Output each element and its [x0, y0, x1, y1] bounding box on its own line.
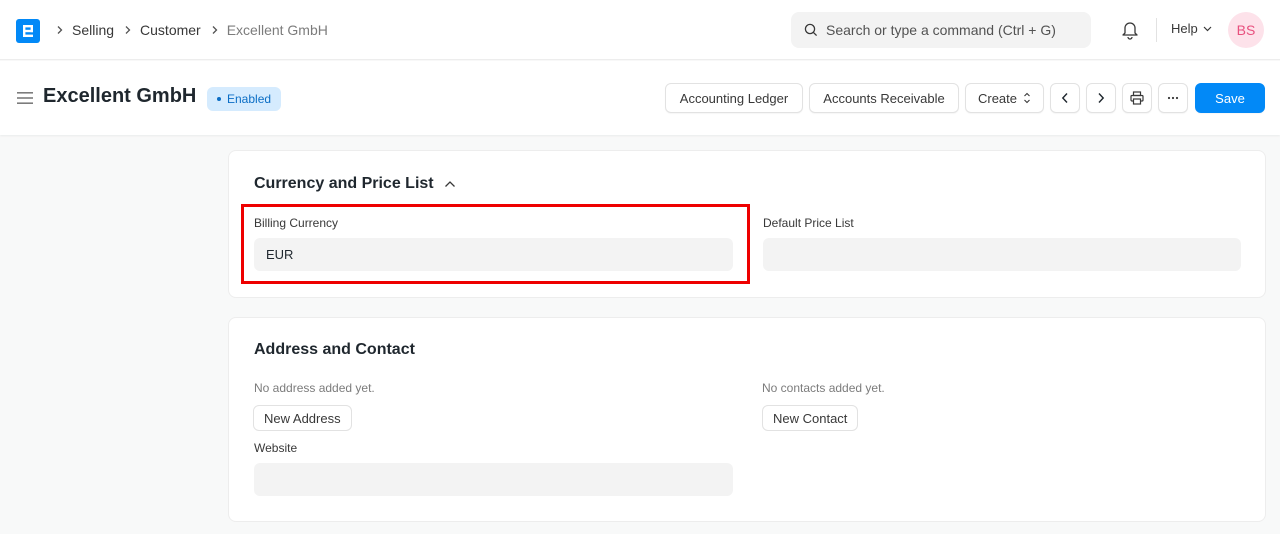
printer-icon — [1130, 91, 1144, 105]
avatar-initials: BS — [1236, 22, 1256, 38]
status-label: Enabled — [227, 92, 272, 106]
hamburger-icon — [17, 92, 33, 104]
chevron-right-icon — [124, 25, 132, 35]
breadcrumb-customer[interactable]: Customer — [140, 22, 201, 38]
search-placeholder: Search or type a command (Ctrl + G) — [826, 22, 1056, 38]
create-dropdown-button[interactable]: Create — [965, 83, 1044, 113]
create-label: Create — [977, 90, 1018, 106]
breadcrumb: Selling Customer Excellent GmbH — [52, 20, 328, 40]
updown-chevron-icon — [1024, 92, 1030, 104]
chevron-right-icon — [56, 25, 64, 35]
next-record-button[interactable] — [1086, 83, 1116, 113]
print-button[interactable] — [1122, 83, 1152, 113]
no-contacts-text: No contacts added yet. — [762, 381, 885, 395]
status-badge: Enabled — [207, 87, 282, 111]
page-head: Excellent GmbH Enabled Accounting Ledger… — [0, 61, 1280, 135]
accounts-receivable-button[interactable]: Accounts Receivable — [809, 83, 959, 113]
search-bar[interactable]: Search or type a command (Ctrl + G) — [791, 12, 1091, 48]
section-title: Currency and Price List — [254, 175, 434, 192]
accounting-ledger-button[interactable]: Accounting Ledger — [665, 83, 803, 113]
sidebar-toggle[interactable] — [17, 91, 33, 109]
previous-record-button[interactable] — [1050, 83, 1080, 113]
new-contact-button[interactable]: New Contact — [762, 405, 859, 431]
save-button[interactable]: Save — [1195, 83, 1265, 113]
chevron-down-icon — [1203, 26, 1212, 31]
help-label: Help — [1171, 21, 1198, 36]
avatar[interactable]: BS — [1228, 12, 1264, 48]
chevron-right-icon — [1098, 93, 1105, 103]
currency-price-list-section: Currency and Price List Billing Currency… — [228, 150, 1266, 298]
notifications-button[interactable] — [1121, 20, 1139, 45]
navbar: Selling Customer Excellent GmbH Search o… — [0, 0, 1280, 60]
search-icon — [804, 23, 818, 37]
ellipsis-icon — [1167, 96, 1179, 100]
status-dot-icon — [217, 97, 221, 101]
breadcrumb-selling[interactable]: Selling — [72, 22, 114, 38]
chevron-left-icon — [1061, 93, 1068, 103]
bell-icon — [1122, 22, 1138, 40]
erpnext-logo-icon — [23, 25, 33, 37]
website-label: Website — [254, 441, 298, 455]
website-field[interactable] — [254, 463, 733, 496]
billing-currency-label: Billing Currency — [254, 216, 339, 230]
section-header-currency[interactable]: Currency and Price List — [254, 175, 456, 193]
nav-divider — [1156, 18, 1157, 42]
address-contact-section: Address and Contact No address added yet… — [228, 317, 1266, 522]
more-options-button[interactable] — [1158, 83, 1188, 113]
breadcrumb-current[interactable]: Excellent GmbH — [227, 22, 328, 38]
new-address-button[interactable]: New Address — [253, 405, 352, 431]
page-title: Excellent GmbH — [43, 85, 197, 107]
section-title-address-contact: Address and Contact — [254, 341, 415, 358]
default-price-list-field[interactable] — [763, 238, 1241, 271]
chevron-right-icon — [211, 25, 219, 35]
help-dropdown[interactable]: Help — [1171, 21, 1212, 36]
app-logo[interactable] — [16, 19, 40, 43]
billing-currency-field[interactable]: EUR — [254, 238, 733, 271]
no-address-text: No address added yet. — [254, 381, 375, 395]
chevron-up-icon — [444, 181, 455, 187]
default-price-list-label: Default Price List — [763, 216, 854, 230]
